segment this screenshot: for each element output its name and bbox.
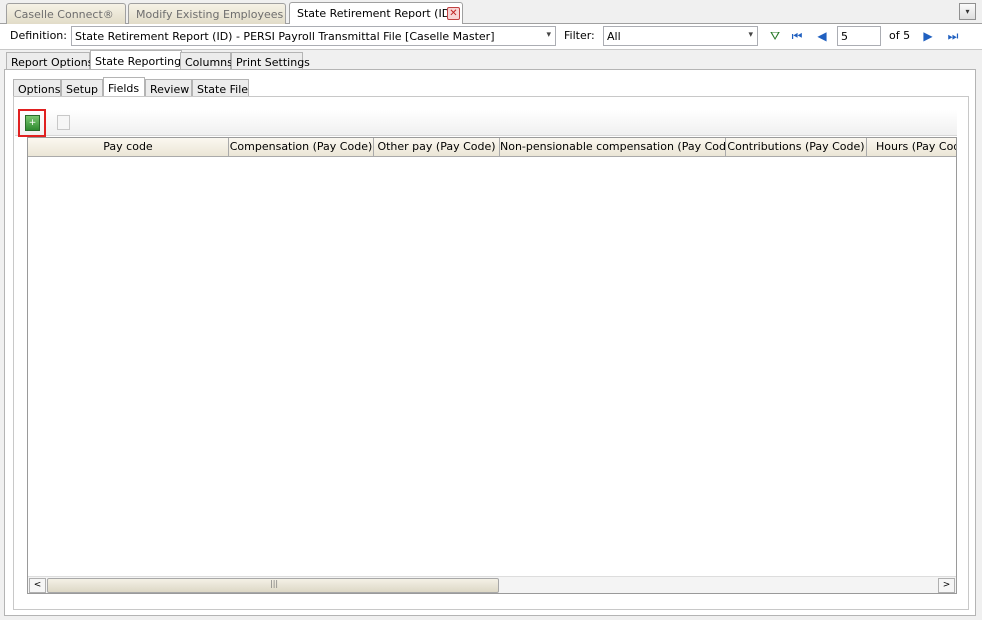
- scroll-right-icon[interactable]: >: [938, 578, 955, 593]
- column-header-non-pensionable[interactable]: Non-pensionable compensation (Pay Code): [500, 138, 726, 156]
- filter-select[interactable]: All ▾: [603, 26, 758, 46]
- tab-label: Fields: [108, 82, 140, 95]
- tab-fields[interactable]: Fields: [103, 77, 145, 97]
- column-header-compensation[interactable]: Compensation (Pay Code): [229, 138, 374, 156]
- tab-label: Setup: [66, 83, 99, 96]
- tab-columns[interactable]: Columns: [180, 52, 233, 70]
- doc-tab-label: State Retirement Report (ID): [297, 7, 455, 20]
- highlight-box: +: [18, 109, 46, 137]
- copy-document-icon[interactable]: [57, 115, 70, 130]
- tab-list-dropdown-icon[interactable]: ▾: [959, 3, 976, 20]
- next-record-icon[interactable]: ▶: [920, 28, 936, 44]
- pay-code-grid: Pay code Compensation (Pay Code) Other p…: [27, 137, 957, 594]
- state-reporting-panel: Options Setup Fields Review State File +…: [4, 69, 976, 616]
- tab-state-reporting[interactable]: State Reporting: [90, 50, 182, 70]
- last-record-icon[interactable]: ⏭: [945, 28, 961, 44]
- previous-record-icon[interactable]: ◀: [814, 28, 830, 44]
- column-header-hours[interactable]: Hours (Pay Code): [867, 138, 956, 156]
- record-number-input[interactable]: 5: [837, 26, 881, 46]
- chevron-down-icon: ▾: [546, 30, 551, 40]
- tab-label: Review: [150, 83, 190, 96]
- filter-label: Filter:: [564, 29, 595, 42]
- definition-select[interactable]: State Retirement Report (ID) - PERSI Pay…: [71, 26, 556, 46]
- close-tab-icon[interactable]: ✕: [447, 7, 460, 20]
- definition-bar: Definition: State Retirement Report (ID)…: [0, 24, 982, 50]
- definition-label: Definition:: [10, 29, 67, 42]
- record-count-text: of 5: [889, 29, 911, 42]
- fields-toolbar: [15, 110, 957, 136]
- tab-setup[interactable]: Setup: [61, 79, 103, 97]
- tab-label: State File: [197, 83, 249, 96]
- definition-value: State Retirement Report (ID) - PERSI Pay…: [75, 30, 495, 43]
- document-tab-strip: Caselle Connect® Modify Existing Employe…: [0, 0, 982, 24]
- tab-options[interactable]: Options: [13, 79, 61, 97]
- tab-state-file[interactable]: State File: [192, 79, 249, 97]
- doc-tab-label: Modify Existing Employees: [136, 8, 284, 21]
- grid-header: Pay code Compensation (Pay Code) Other p…: [28, 138, 956, 157]
- doc-tab-caselle-connect[interactable]: Caselle Connect®: [6, 3, 126, 24]
- doc-tab-modify-existing-employees[interactable]: Modify Existing Employees: [128, 3, 286, 24]
- filter-value: All: [607, 30, 621, 43]
- column-header-contributions[interactable]: Contributions (Pay Code): [726, 138, 867, 156]
- chevron-down-icon: ▾: [748, 30, 753, 40]
- tab-review[interactable]: Review: [145, 79, 192, 97]
- doc-tab-state-retirement-report[interactable]: State Retirement Report (ID) ✕: [289, 2, 463, 24]
- record-number-value: 5: [841, 30, 848, 43]
- horizontal-scrollbar[interactable]: < ||| >: [28, 576, 956, 593]
- doc-tab-label: Caselle Connect®: [14, 8, 114, 21]
- tab-print-settings[interactable]: Print Settings: [231, 52, 310, 70]
- tab-report-options[interactable]: Report Options: [6, 52, 94, 70]
- tab-label: Options: [18, 83, 61, 96]
- tab-label: Columns: [185, 56, 233, 69]
- tab-label: State Reporting: [95, 55, 182, 68]
- first-record-icon[interactable]: ⏮: [789, 28, 805, 44]
- scrollbar-thumb[interactable]: |||: [47, 578, 499, 593]
- tab-label: Print Settings: [236, 56, 310, 69]
- scroll-left-icon[interactable]: <: [29, 578, 46, 593]
- tab-label: Report Options: [11, 56, 94, 69]
- column-header-pay-code[interactable]: Pay code: [28, 138, 229, 156]
- column-header-other-pay[interactable]: Other pay (Pay Code): [374, 138, 500, 156]
- filter-add-icon[interactable]: ⛛: [767, 28, 783, 44]
- grip-icon: |||: [270, 579, 279, 588]
- add-pay-code-icon[interactable]: +: [25, 115, 40, 131]
